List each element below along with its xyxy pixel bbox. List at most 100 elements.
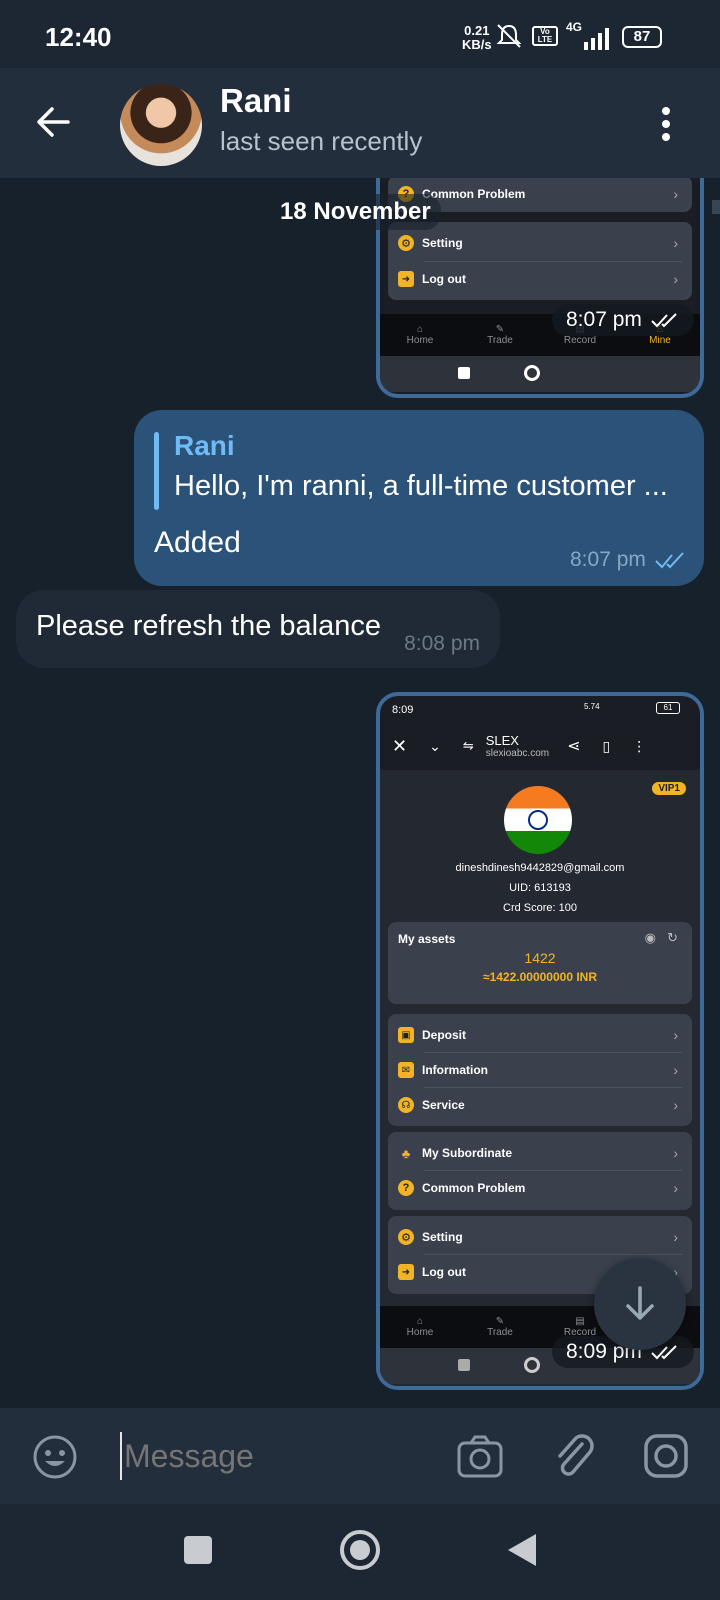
row-label: Common Problem	[422, 1181, 526, 1195]
more-options-icon[interactable]: ⋮	[632, 738, 646, 755]
trade-icon: ✎	[495, 1316, 505, 1327]
signal-icon	[584, 28, 609, 50]
home-dot	[350, 1540, 370, 1560]
home-icon: ⌂	[416, 324, 424, 335]
assets-value: 1422	[524, 950, 556, 966]
chevron-right-icon: ›	[673, 1027, 678, 1043]
menu-card-group2: ♣ My Subordinate › ? Common Problem ›	[388, 1132, 692, 1210]
back-button[interactable]	[506, 1532, 538, 1568]
share-icon[interactable]: ⋖	[567, 736, 580, 756]
org-icon: ♣	[401, 1145, 411, 1161]
row-label: Setting	[422, 1230, 463, 1244]
credit-score: Crd Score: 100	[503, 902, 577, 914]
status-bar: 12:40 0.21 KB/s Vo LTE 4G 87	[0, 0, 720, 68]
message-input[interactable]	[120, 1432, 420, 1480]
chevron-right-icon: ›	[673, 1062, 678, 1078]
emoji-icon[interactable]	[32, 1434, 78, 1480]
record-icon: ▤	[575, 1316, 585, 1327]
assets-label: My assets	[398, 932, 456, 946]
home-button[interactable]	[340, 1530, 380, 1570]
network-rate: 0.21 KB/s	[462, 24, 492, 52]
chat-area[interactable]: ? Common Problem › ⚙ Setting › ➜ Log out…	[0, 178, 720, 1408]
incoming-message[interactable]: Please refresh the balance 8:08 pm	[16, 590, 500, 668]
chevron-right-icon: ›	[673, 1180, 678, 1196]
logout-icon: ➜	[398, 1264, 414, 1280]
menu-row-deposit[interactable]: ▣ Deposit ›	[388, 1018, 692, 1052]
rate-unit: KB/s	[462, 37, 492, 52]
battery-level: 87	[633, 28, 651, 45]
status-time: 12:40	[45, 22, 112, 52]
square-nav-icon	[458, 367, 470, 379]
chevron-down-icon[interactable]: ⌄	[429, 738, 441, 755]
attach-icon[interactable]	[552, 1432, 596, 1480]
mini-battery-level: 61	[663, 703, 673, 712]
more-options-icon[interactable]	[660, 106, 672, 142]
vip-badge: VIP1	[652, 782, 686, 795]
back-arrow-icon[interactable]	[34, 102, 74, 142]
row-label: My Subordinate	[422, 1146, 513, 1160]
row-label: Setting	[422, 236, 463, 250]
home-icon: ⌂	[416, 1316, 424, 1327]
chevron-right-icon: ›	[673, 1145, 678, 1161]
close-icon[interactable]: ✕	[392, 736, 407, 757]
row-label: Deposit	[422, 1028, 467, 1042]
menu-row-subordinate[interactable]: ♣ My Subordinate ›	[388, 1136, 692, 1170]
contact-avatar[interactable]	[120, 84, 202, 166]
nav-label: Record	[563, 335, 597, 346]
mini-battery-icon: 61	[656, 702, 680, 714]
menu-row-information[interactable]: ✉ Information ›	[388, 1053, 692, 1087]
india-flag-avatar	[504, 786, 572, 854]
nav-label: Home	[406, 335, 434, 346]
eye-icon[interactable]: ◉	[645, 930, 656, 946]
headset-icon: ☊	[398, 1097, 414, 1113]
chevron-right-icon: ›	[673, 271, 678, 287]
nav-home[interactable]: ⌂ Home	[380, 1306, 460, 1348]
contact-name[interactable]: Rani	[220, 82, 292, 120]
system-navigation-bar	[0, 1504, 720, 1600]
user-email: dineshdinesh9442829@gmail.com	[455, 862, 625, 874]
double-check-icon	[651, 313, 677, 328]
menu-row-logout[interactable]: ➜ Log out ›	[388, 262, 692, 296]
recents-button[interactable]	[184, 1536, 212, 1564]
bookmark-icon[interactable]: ▯	[603, 738, 611, 755]
gear-icon: ⚙	[398, 235, 414, 251]
menu-row-common-problem[interactable]: ? Common Problem ›	[388, 1171, 692, 1205]
site-name: SLEX	[485, 733, 519, 748]
chevron-right-icon: ›	[673, 1229, 678, 1245]
instagram-icon[interactable]	[642, 1432, 690, 1480]
question-icon: ?	[398, 1180, 414, 1196]
site-settings-icon[interactable]: ⇋	[463, 738, 474, 754]
reply-preview[interactable]: Hello, I'm ranni, a full-time customer .…	[174, 470, 668, 503]
mini-status-rate: 5.74	[584, 702, 600, 711]
menu-card-group1: ▣ Deposit › ✉ Information › ☊ Service ›	[388, 1014, 692, 1126]
system-nav-mini	[380, 356, 700, 392]
menu-card-settings: ⚙ Setting › ➜ Log out ›	[388, 222, 692, 300]
home-circle-icon	[524, 1357, 540, 1373]
message-time: 8:07 pm	[570, 548, 646, 571]
nav-home[interactable]: ⌂ Home	[380, 314, 460, 356]
site-info[interactable]: SLEX slexioabc.com	[486, 733, 549, 759]
camera-icon[interactable]	[456, 1434, 504, 1480]
message-text: Please refresh the balance	[36, 610, 381, 642]
scroll-down-button[interactable]	[594, 1258, 686, 1350]
user-uid: UID: 613193	[509, 882, 571, 894]
scroll-indicator	[712, 200, 720, 214]
message-meta: 8:07 pm	[570, 548, 686, 572]
menu-row-setting[interactable]: ⚙ Setting ›	[388, 226, 692, 260]
nav-trade[interactable]: ✎ Trade	[460, 1306, 540, 1348]
volte-icon: Vo LTE	[532, 26, 558, 46]
double-check-icon	[655, 552, 684, 569]
message-time: 8:08 pm	[404, 632, 480, 655]
outgoing-message[interactable]: Rani Hello, I'm ranni, a full-time custo…	[134, 410, 704, 586]
menu-row-service[interactable]: ☊ Service ›	[388, 1088, 692, 1122]
menu-row-setting[interactable]: ⚙ Setting ›	[388, 1220, 692, 1254]
gear-icon: ⚙	[398, 1229, 414, 1245]
row-label: Service	[422, 1098, 465, 1112]
mini-status-time: 8:09	[392, 704, 414, 716]
square-nav-icon	[458, 1359, 470, 1371]
refresh-icon[interactable]: ↻	[667, 930, 678, 946]
logout-icon: ➜	[398, 271, 414, 287]
reply-author[interactable]: Rani	[174, 430, 235, 462]
nav-trade[interactable]: ✎ Trade	[460, 314, 540, 356]
contact-status: last seen recently	[220, 126, 423, 156]
